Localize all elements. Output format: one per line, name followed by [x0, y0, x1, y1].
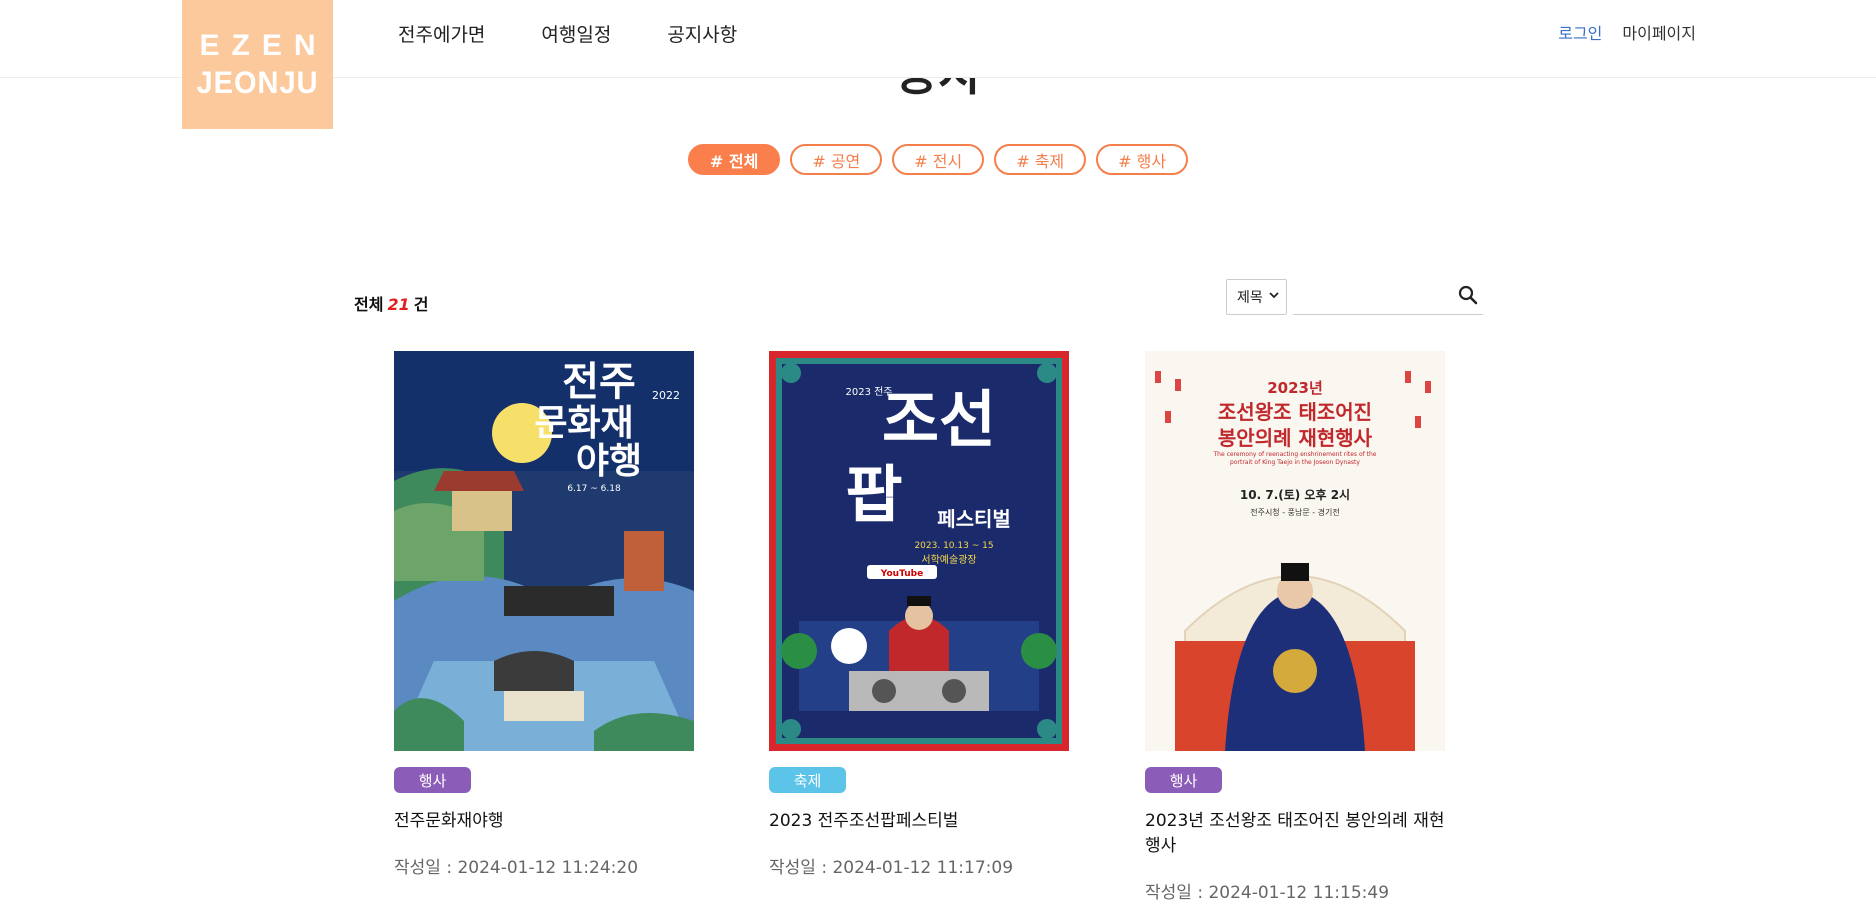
poster-dates: 2023. 10.13 ~ 15 [914, 541, 993, 551]
logo-line-1: EZEN [199, 28, 328, 62]
mypage-link[interactable]: 마이페이지 [1622, 20, 1696, 44]
post-thumbnail[interactable]: 전주 문화재 야행 2022 6.17 ~ 6.18 [394, 351, 694, 751]
search-input[interactable] [1293, 279, 1483, 315]
poster-dates: 10. 7.(토) 오후 2시 [1240, 487, 1350, 502]
tag-festival[interactable]: # 축제 [994, 144, 1087, 175]
poster-image: 조선 팝 페스티벌 2023 전주 2023. 10.13 ~ 15 서학예술광… [769, 351, 1069, 751]
poster-title-3: 야행 [576, 441, 642, 482]
category-badge: 축제 [769, 767, 846, 793]
post-title[interactable]: 2023년 조선왕조 태조어진 봉안의례 재현행사 [1145, 809, 1455, 859]
user-menu: 로그인 마이페이지 [1558, 20, 1696, 44]
post-date: 작성일 : 2024-01-12 11:24:20 [394, 858, 639, 878]
tag-event[interactable]: # 행사 [1096, 144, 1189, 175]
post-card[interactable]: 조선 팝 페스티벌 2023 전주 2023. 10.13 ~ 15 서학예술광… [769, 351, 1069, 878]
count-prefix: 전체 [354, 295, 384, 314]
logo-line-2: JEONJU [196, 64, 319, 101]
tag-performance[interactable]: # 공연 [790, 144, 883, 175]
login-link[interactable]: 로그인 [1558, 20, 1602, 44]
main-nav: 전주에가면 여행일정 공지사항 [398, 20, 737, 47]
poster-youtube: YouTube [880, 569, 923, 579]
search-icon[interactable] [1457, 284, 1479, 306]
poster-image: 전주 문화재 야행 2022 6.17 ~ 6.18 [394, 351, 694, 751]
poster-title-1: 조선왕조 태조어진 [1218, 400, 1372, 424]
poster-title-big-2: 팝 [845, 458, 902, 531]
search-field-option: 제목 [1237, 290, 1263, 306]
search-field-select[interactable]: 제목 [1226, 279, 1287, 315]
poster-dates: 6.17 ~ 6.18 [567, 484, 621, 494]
category-badge: 행사 [1145, 767, 1222, 793]
poster-title-2: 문화재 [534, 403, 633, 444]
post-card[interactable]: 2023년 조선왕조 태조어진 봉안의례 재현행사 The ceremony o… [1145, 351, 1445, 903]
poster-english: The ceremony of reenacting enshrinement … [1213, 451, 1377, 466]
poster-place: 전주시청 - 풍남문 - 경기전 [1250, 507, 1340, 517]
post-title[interactable]: 전주문화재야행 [394, 809, 704, 834]
category-badge: 행사 [394, 767, 471, 793]
tag-exhibition[interactable]: # 전시 [892, 144, 985, 175]
count-suffix: 건 [413, 295, 429, 314]
poster-year: 2023 전주 [845, 386, 892, 398]
post-card[interactable]: 전주 문화재 야행 2022 6.17 ~ 6.18 행사 전주문화재야행 작성… [394, 351, 694, 878]
post-thumbnail[interactable]: 조선 팝 페스티벌 2023 전주 2023. 10.13 ~ 15 서학예술광… [769, 351, 1069, 751]
category-filter: # 전체 # 공연 # 전시 # 축제 # 행사 [0, 144, 1876, 175]
poster-title-2: 봉안의례 재현행사 [1218, 426, 1373, 450]
post-date: 작성일 : 2024-01-12 11:15:49 [1145, 883, 1390, 903]
chevron-down-icon [1269, 292, 1279, 299]
nav-item-itinerary[interactable]: 여행일정 [541, 20, 611, 47]
post-title[interactable]: 2023 전주조선팝페스티벌 [769, 809, 1079, 834]
tag-all[interactable]: # 전체 [687, 144, 781, 175]
nav-item-jeonju[interactable]: 전주에가면 [398, 20, 485, 47]
site-logo[interactable]: EZEN JEONJU [182, 0, 333, 129]
post-date: 작성일 : 2024-01-12 11:17:09 [769, 858, 1014, 878]
poster-year: 2023년 [1267, 379, 1323, 397]
poster-subtitle: 페스티벌 [937, 507, 1011, 531]
poster-title-1: 전주 [562, 359, 636, 405]
count-value: 21 [387, 295, 410, 314]
total-count: 전체 21 건 [354, 291, 428, 315]
poster-image: 2023년 조선왕조 태조어진 봉안의례 재현행사 The ceremony o… [1145, 351, 1445, 751]
nav-item-notice[interactable]: 공지사항 [667, 20, 737, 47]
poster-title-big: 조선 [882, 383, 996, 456]
post-thumbnail[interactable]: 2023년 조선왕조 태조어진 봉안의례 재현행사 The ceremony o… [1145, 351, 1445, 751]
poster-year: 2022 [652, 389, 680, 402]
poster-place: 서학예술광장 [921, 554, 976, 566]
